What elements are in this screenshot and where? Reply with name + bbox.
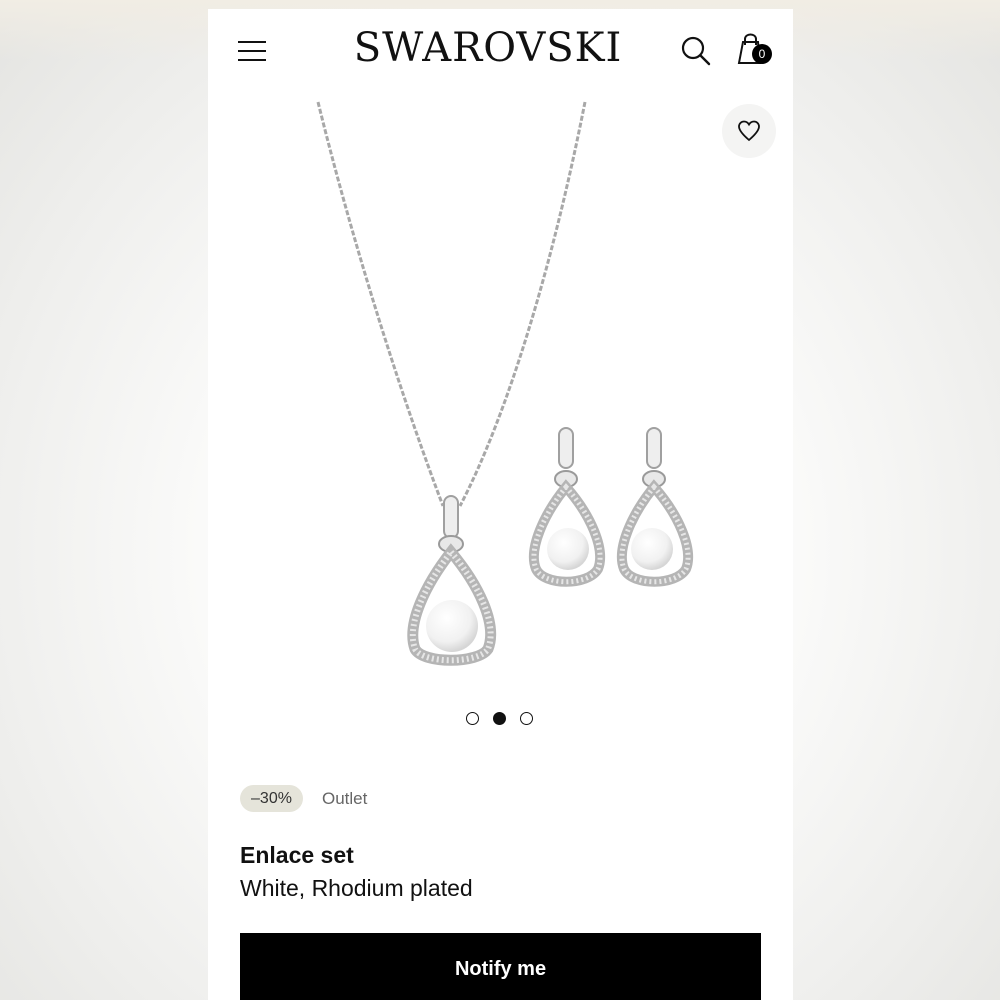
outlet-label: Outlet <box>322 789 368 808</box>
carousel-indicator <box>466 712 538 728</box>
pendant <box>407 495 497 666</box>
site-header: SWAROVSKI 0 <box>208 9 793 94</box>
search-icon <box>681 36 711 66</box>
notify-me-button[interactable]: Notify me <box>240 933 761 1000</box>
carousel-dot-3[interactable] <box>520 712 533 725</box>
earring-left <box>528 427 606 587</box>
bag-button[interactable]: 0 <box>734 31 776 71</box>
product-image[interactable] <box>208 94 793 684</box>
jewelry-set-image <box>316 101 694 666</box>
product-variant: White, Rhodium plated <box>240 875 473 901</box>
carousel-dot-2[interactable] <box>493 712 506 725</box>
search-button[interactable] <box>680 35 712 67</box>
menu-button[interactable] <box>238 39 266 63</box>
earring-right <box>616 427 694 587</box>
product-name: Enlace set <box>240 842 354 868</box>
hamburger-menu-icon <box>238 41 266 43</box>
bag-count-badge: 0 <box>752 44 772 64</box>
wishlist-button[interactable] <box>722 104 776 158</box>
carousel-dot-1[interactable] <box>466 712 479 725</box>
brand-logo[interactable]: SWAROVSKI <box>348 23 628 73</box>
heart-icon <box>738 120 760 142</box>
discount-badge: –30% <box>240 785 303 812</box>
product-page: SWAROVSKI 0 –30% Outlet Enlace set White… <box>208 9 793 1000</box>
